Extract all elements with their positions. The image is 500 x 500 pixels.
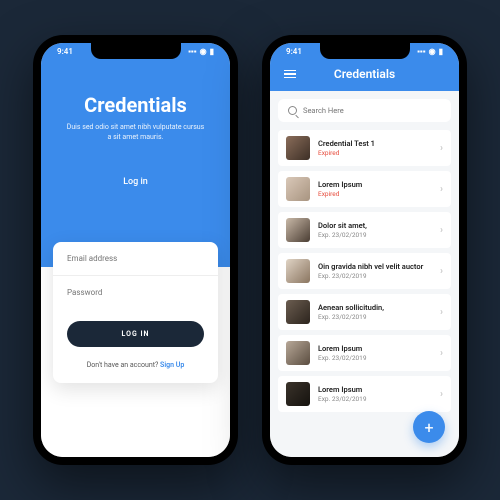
chevron-right-icon: ›	[440, 266, 443, 277]
item-text: Lorem IpsumExp. 23/02/2019	[318, 385, 432, 403]
list-screen: 9:41 ▪▪▪ ◉ ▮ Credentials Credential Test…	[270, 43, 459, 457]
item-text: Lorem IpsumExp. 23/02/2019	[318, 344, 432, 362]
chevron-right-icon: ›	[440, 225, 443, 236]
list-item[interactable]: Lorem IpsumExp. 23/02/2019 ›	[278, 376, 451, 412]
item-subtitle: Exp. 23/02/2019	[318, 231, 432, 239]
password-field[interactable]	[53, 276, 218, 309]
item-subtitle: Expired	[318, 190, 432, 198]
item-title: Credential Test 1	[318, 139, 432, 148]
menu-icon[interactable]	[284, 70, 296, 79]
item-title: Lorem Ipsum	[318, 344, 432, 353]
list-item[interactable]: Oin gravida nibh vel velit auctorExp. 23…	[278, 253, 451, 289]
signup-link[interactable]: Sign Up	[160, 361, 184, 369]
thumbnail	[286, 341, 310, 365]
list-body: Credential Test 1Expired›Lorem IpsumExpi…	[270, 91, 459, 457]
login-tab-label: Log in	[63, 177, 208, 187]
item-subtitle: Exp. 23/02/2019	[318, 313, 432, 321]
email-field[interactable]	[53, 242, 218, 276]
item-text: Aenean sollicitudin,Exp. 23/02/2019	[318, 303, 432, 321]
chevron-right-icon: ›	[440, 348, 443, 359]
phone-list: 9:41 ▪▪▪ ◉ ▮ Credentials Credential Test…	[262, 35, 467, 465]
login-screen: 9:41 ▪▪▪ ◉ ▮ Credentials Duis sed odio s…	[41, 43, 230, 457]
battery-icon: ▮	[439, 47, 443, 56]
item-text: Dolor sit amet,Exp. 23/02/2019	[318, 221, 432, 239]
signup-row: Don't have an account? Sign Up	[53, 347, 218, 383]
app-subtitle: Duis sed odio sit amet nibh vulputate cu…	[66, 123, 206, 143]
list-item[interactable]: Lorem IpsumExpired ›	[278, 171, 451, 207]
signal-icon: ▪▪▪	[417, 47, 426, 56]
item-subtitle: Expired	[318, 149, 432, 157]
app-title: Credentials	[63, 93, 208, 117]
thumbnail	[286, 218, 310, 242]
item-text: Lorem IpsumExpired	[318, 180, 432, 198]
signup-prompt: Don't have an account?	[87, 361, 160, 369]
chevron-right-icon: ›	[440, 143, 443, 154]
login-button[interactable]: LOG IN	[67, 321, 204, 347]
page-title: Credentials	[334, 67, 395, 81]
search-bar[interactable]	[278, 99, 451, 122]
item-text: Credential Test 1Expired	[318, 139, 432, 157]
wifi-icon: ◉	[429, 47, 436, 56]
search-icon	[288, 106, 297, 115]
login-hero: Credentials Duis sed odio sit amet nibh …	[41, 43, 230, 267]
thumbnail	[286, 136, 310, 160]
item-subtitle: Exp. 23/02/2019	[318, 354, 432, 362]
notch	[320, 43, 410, 59]
thumbnail	[286, 259, 310, 283]
thumbnail	[286, 382, 310, 406]
item-title: Aenean sollicitudin,	[318, 303, 432, 312]
add-button[interactable]: +	[413, 411, 445, 443]
chevron-right-icon: ›	[440, 389, 443, 400]
list-item[interactable]: Dolor sit amet,Exp. 23/02/2019 ›	[278, 212, 451, 248]
chevron-right-icon: ›	[440, 307, 443, 318]
credentials-list: Credential Test 1Expired›Lorem IpsumExpi…	[278, 130, 451, 412]
item-title: Lorem Ipsum	[318, 180, 432, 189]
list-item[interactable]: Lorem IpsumExp. 23/02/2019 ›	[278, 335, 451, 371]
list-item[interactable]: Credential Test 1Expired ›	[278, 130, 451, 166]
notch	[91, 43, 181, 59]
login-card: LOG IN Don't have an account? Sign Up	[53, 242, 218, 383]
item-subtitle: Exp. 23/02/2019	[318, 395, 432, 403]
item-title: Oin gravida nibh vel velit auctor	[318, 262, 432, 271]
thumbnail	[286, 300, 310, 324]
thumbnail	[286, 177, 310, 201]
status-time: 9:41	[286, 47, 302, 56]
item-title: Lorem Ipsum	[318, 385, 432, 394]
item-subtitle: Exp. 23/02/2019	[318, 272, 432, 280]
status-time: 9:41	[57, 47, 73, 56]
item-title: Dolor sit amet,	[318, 221, 432, 230]
battery-icon: ▮	[210, 47, 214, 56]
list-item[interactable]: Aenean sollicitudin,Exp. 23/02/2019 ›	[278, 294, 451, 330]
phone-login: 9:41 ▪▪▪ ◉ ▮ Credentials Duis sed odio s…	[33, 35, 238, 465]
chevron-right-icon: ›	[440, 184, 443, 195]
wifi-icon: ◉	[200, 47, 207, 56]
search-input[interactable]	[303, 106, 441, 115]
signal-icon: ▪▪▪	[188, 47, 197, 56]
item-text: Oin gravida nibh vel velit auctorExp. 23…	[318, 262, 432, 280]
